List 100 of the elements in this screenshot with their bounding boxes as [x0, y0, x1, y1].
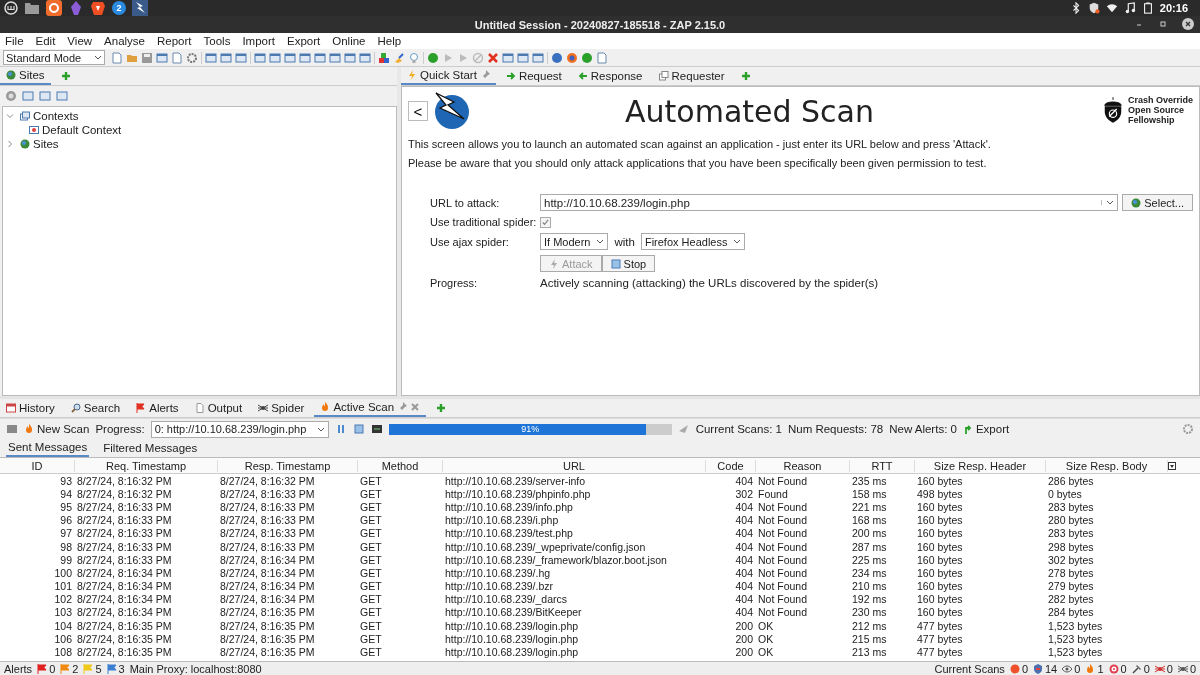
mode-dropdown[interactable]: Standard Mode — [3, 50, 105, 65]
messages-tab[interactable]: Filtered Messages — [101, 439, 200, 457]
page-icon[interactable] — [171, 51, 183, 64]
window-icon[interactable] — [56, 90, 68, 102]
panel-tab[interactable]: Active Scan — [314, 399, 427, 417]
column-header[interactable]: Resp. Timestamp — [218, 459, 358, 472]
window-icon[interactable] — [329, 51, 341, 64]
menu-item[interactable]: Tools — [203, 35, 231, 47]
workspace-tab[interactable]: Requester — [652, 67, 731, 85]
menu-item[interactable]: Edit — [35, 35, 56, 47]
scan-dropdown[interactable]: 0: http://10.10.68.239/login.php — [150, 420, 329, 438]
battery-icon[interactable] — [1141, 2, 1154, 14]
add-icon[interactable] — [436, 403, 447, 413]
tree-item[interactable]: Contexts — [33, 110, 79, 122]
caret-icon[interactable] — [596, 239, 605, 244]
column-header[interactable]: ID — [0, 459, 75, 472]
panel-tab[interactable]: Spider — [252, 399, 311, 417]
wifi-icon[interactable] — [1105, 2, 1118, 14]
window-icon[interactable] — [254, 51, 266, 64]
menu-item[interactable]: Export — [287, 35, 321, 47]
notification-badge[interactable]: 2 — [112, 1, 126, 15]
monitor-icon[interactable] — [370, 423, 383, 435]
tree-item[interactable]: Default Context — [42, 124, 122, 136]
clock[interactable]: 20:16 — [1159, 2, 1196, 14]
checkbox[interactable] — [540, 216, 551, 228]
ajax-mode-dropdown[interactable]: If Modern — [540, 233, 609, 250]
back-button[interactable]: < — [408, 101, 428, 121]
window-icon[interactable] — [156, 51, 168, 64]
shield-icon[interactable] — [1087, 2, 1100, 14]
gear-icon[interactable] — [186, 51, 198, 64]
maximize-icon[interactable] — [1158, 19, 1168, 29]
column-header[interactable]: URL — [443, 459, 706, 472]
window-icon[interactable] — [220, 51, 232, 64]
panel-tab[interactable]: History — [0, 399, 61, 417]
window-icon[interactable] — [22, 90, 34, 102]
stop-icon[interactable] — [352, 423, 365, 435]
column-header[interactable]: Method — [358, 459, 443, 472]
menu-item[interactable]: Analyse — [104, 35, 145, 47]
lion-shield-icon[interactable] — [90, 0, 106, 16]
select-button[interactable]: Select... — [1122, 194, 1193, 211]
panel-tab[interactable]: Search — [64, 399, 127, 417]
close-icon[interactable] — [1182, 18, 1194, 30]
page-icon[interactable] — [111, 51, 123, 64]
music-note-icon[interactable] — [1123, 2, 1136, 14]
sites-tab[interactable]: Sites — [0, 67, 51, 85]
gear-icon[interactable] — [1182, 423, 1194, 435]
caret-icon[interactable] — [94, 55, 102, 60]
window-icon[interactable] — [269, 51, 281, 64]
window-icon[interactable] — [299, 51, 311, 64]
console-icon[interactable] — [6, 423, 18, 435]
caret-icon[interactable] — [733, 239, 742, 244]
window-icon[interactable] — [502, 51, 514, 64]
circle-icon[interactable] — [427, 51, 439, 64]
panel-tab[interactable]: Alerts — [130, 399, 185, 417]
url-cell: http://10.10.68.239/i.php — [445, 514, 559, 527]
window-icon[interactable] — [344, 51, 356, 64]
column-header[interactable]: RTT — [850, 459, 915, 472]
workspace-tab[interactable]: Response — [571, 67, 649, 85]
caret-icon[interactable] — [1101, 200, 1115, 205]
column-header[interactable]: Req. Timestamp — [75, 459, 218, 472]
url-field[interactable]: http://10.10.68.239/login.php — [540, 194, 1119, 211]
window-icon[interactable] — [314, 51, 326, 64]
menu-item[interactable]: Help — [377, 35, 402, 47]
stop-button[interactable]: Stop — [601, 255, 656, 272]
panel-tab[interactable]: Output — [188, 399, 249, 417]
add-icon[interactable] — [740, 71, 751, 81]
page-icon[interactable] — [596, 51, 608, 64]
new-scan-button[interactable]: New Scan — [24, 423, 90, 435]
window-icon[interactable] — [39, 90, 51, 102]
column-header[interactable]: Reason — [756, 459, 850, 472]
lightning-icon[interactable] — [132, 0, 148, 16]
app-icon[interactable] — [46, 0, 62, 16]
cross-icon[interactable] — [487, 51, 499, 64]
window-icon[interactable] — [532, 51, 544, 64]
mint-logo-icon[interactable] — [4, 1, 18, 15]
target-icon[interactable] — [5, 90, 17, 102]
column-chooser-icon[interactable] — [1168, 461, 1176, 470]
circle-icon[interactable] — [581, 51, 593, 64]
export-button[interactable]: Export — [962, 423, 1010, 435]
bulb-icon[interactable] — [408, 51, 420, 64]
blocks-icon[interactable] — [378, 51, 390, 64]
window-icon[interactable] — [284, 51, 296, 64]
menu-item[interactable]: Import — [242, 35, 275, 47]
workspace-tab[interactable]: Request — [499, 67, 568, 85]
help-icon[interactable] — [551, 51, 563, 64]
tree-item[interactable]: Sites — [33, 138, 59, 150]
column-header[interactable]: Size Resp. Header — [915, 459, 1046, 472]
menu-item[interactable]: Report — [157, 35, 192, 47]
browser-dropdown[interactable]: Firefox Headless — [640, 233, 746, 250]
window-icon[interactable] — [205, 51, 217, 64]
window-icon[interactable] — [517, 51, 529, 64]
add-icon[interactable] — [60, 71, 71, 81]
menu-item[interactable]: Online — [332, 35, 366, 47]
caret-icon[interactable] — [316, 426, 325, 432]
menu-item[interactable]: View — [67, 35, 93, 47]
globe-icon[interactable] — [566, 51, 578, 64]
window-icon[interactable] — [235, 51, 247, 64]
window-icon[interactable] — [359, 51, 371, 64]
menu-item[interactable]: File — [5, 35, 24, 47]
column-header[interactable]: Code — [706, 459, 756, 472]
